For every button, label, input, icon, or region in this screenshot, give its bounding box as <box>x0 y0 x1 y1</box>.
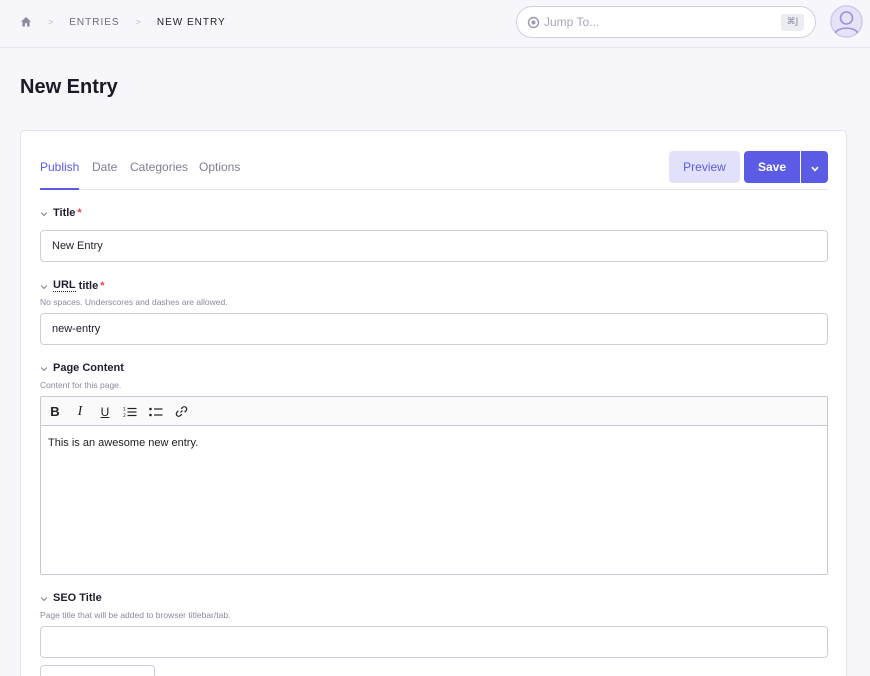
underline-icon[interactable]: U <box>96 403 114 420</box>
keyboard-shortcut-badge: ⌘J <box>781 14 804 31</box>
required-marker: * <box>100 279 105 292</box>
bold-icon[interactable]: B <box>46 403 64 420</box>
chevron-down-icon <box>810 160 819 175</box>
seo-title-input[interactable] <box>40 626 828 658</box>
user-avatar-icon[interactable] <box>830 5 863 38</box>
jump-to-input[interactable] <box>544 13 764 31</box>
chevron-down-icon[interactable] <box>40 364 48 372</box>
target-icon <box>527 16 540 29</box>
top-bar: > Entries > New Entry ⌘J <box>0 0 870 48</box>
svg-text:2: 2 <box>123 413 126 418</box>
breadcrumb: > Entries > New Entry <box>20 14 226 30</box>
breadcrumb-current: New Entry <box>156 16 226 28</box>
next-field-control[interactable] <box>40 665 155 676</box>
field-label-text: SEO Title <box>53 592 102 604</box>
breadcrumb-entries[interactable]: Entries <box>69 17 119 28</box>
page-title: New Entry <box>20 76 118 98</box>
italic-icon[interactable]: I <box>71 403 89 420</box>
field-label-url-title[interactable]: URL title * <box>40 279 105 292</box>
entry-form-card: Publish Date Categories Options Preview … <box>20 130 847 676</box>
chevron-down-icon[interactable] <box>40 209 48 217</box>
field-label-text: Page Content <box>53 362 124 374</box>
bullet-list-icon[interactable] <box>147 403 165 420</box>
editor-toolbar: B I U 1 2 <box>41 397 827 426</box>
field-label-text: title <box>75 279 99 292</box>
rich-text-editor: B I U 1 2 This is an awesome new entry. <box>40 396 828 575</box>
chevron-down-icon[interactable] <box>40 594 48 602</box>
preview-button[interactable]: Preview <box>669 151 740 183</box>
field-description: No spaces. Underscores and dashes are al… <box>40 297 228 307</box>
field-description: Page title that will be added to browser… <box>40 610 231 620</box>
field-label-seo-title[interactable]: SEO Title <box>40 592 102 604</box>
url-abbreviation: URL <box>53 279 76 292</box>
link-icon[interactable] <box>172 403 190 420</box>
tab-categories[interactable]: Categories <box>130 160 188 190</box>
required-marker: * <box>77 207 82 219</box>
field-description: Content for this page. <box>40 380 122 390</box>
breadcrumb-separator: > <box>48 17 54 27</box>
chevron-down-icon[interactable] <box>40 282 48 290</box>
save-options-button[interactable] <box>801 151 828 183</box>
ordered-list-icon[interactable]: 1 2 <box>121 403 139 420</box>
home-icon[interactable] <box>20 16 32 28</box>
field-label-text: Title <box>53 207 76 219</box>
tab-date[interactable]: Date <box>92 160 117 190</box>
tab-options[interactable]: Options <box>199 160 240 190</box>
jump-to-search[interactable]: ⌘J <box>516 6 816 38</box>
editor-content[interactable]: This is an awesome new entry. <box>41 426 827 574</box>
svg-text:1: 1 <box>123 406 126 412</box>
field-label-title[interactable]: Title * <box>40 207 82 219</box>
save-button[interactable]: Save <box>744 151 800 183</box>
url-title-input[interactable] <box>40 313 828 345</box>
tab-publish[interactable]: Publish <box>40 160 80 190</box>
title-input[interactable] <box>40 230 828 262</box>
field-label-page-content[interactable]: Page Content <box>40 362 124 374</box>
breadcrumb-separator: > <box>135 17 141 27</box>
